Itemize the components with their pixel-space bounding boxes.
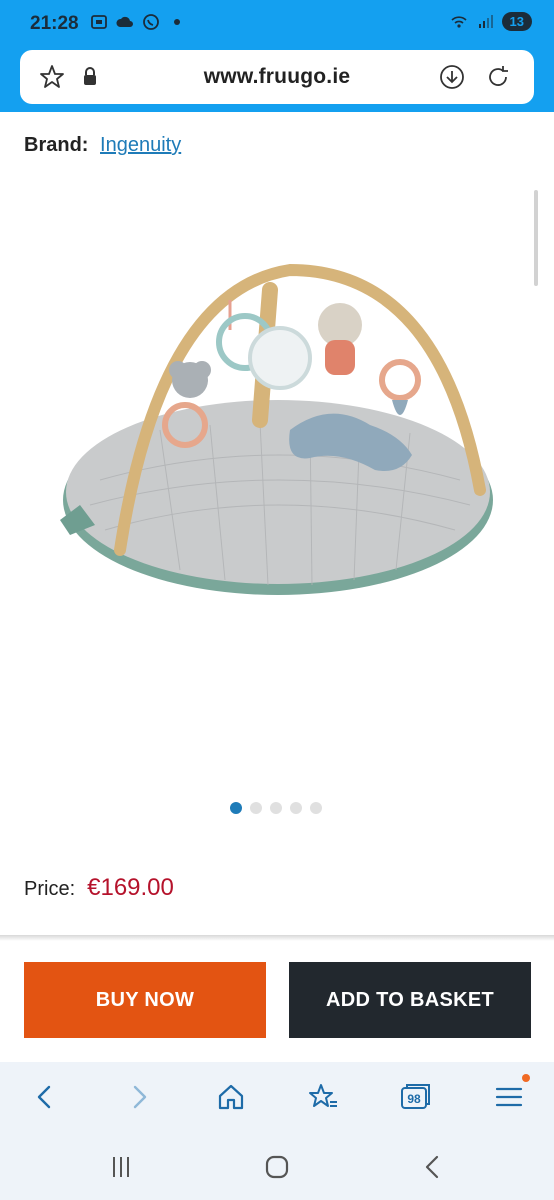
- carousel-dot-5[interactable]: [310, 802, 322, 814]
- status-bar: 21:28 13: [0, 0, 554, 50]
- carousel-dots: [230, 802, 322, 814]
- status-time: 21:28: [30, 13, 79, 34]
- browser-toolbar: 98: [0, 1062, 554, 1134]
- menu-notification-dot: [522, 1074, 530, 1082]
- cloud-icon: [116, 16, 133, 27]
- carousel-dot-2[interactable]: [250, 802, 262, 814]
- forward-icon[interactable]: [122, 1080, 156, 1114]
- brand-label: Brand:: [24, 134, 89, 156]
- carousel-dot-4[interactable]: [290, 802, 302, 814]
- dot-icon: [174, 19, 180, 25]
- screenshot-icon: [91, 15, 107, 29]
- divider: [0, 935, 554, 941]
- brand-link[interactable]: Ingenuity: [100, 134, 181, 156]
- bookmarks-star-icon[interactable]: [306, 1080, 340, 1114]
- reload-icon[interactable]: [484, 63, 512, 91]
- carousel-dot-1[interactable]: [230, 802, 242, 814]
- carousel-dot-3[interactable]: [270, 802, 282, 814]
- tabs-button[interactable]: 98: [398, 1080, 432, 1114]
- wifi-icon: [450, 15, 467, 28]
- back-icon[interactable]: [28, 1080, 62, 1114]
- download-icon[interactable]: [438, 63, 466, 91]
- signal-icon: [478, 14, 493, 28]
- scrollbar-thumb[interactable]: [534, 190, 538, 286]
- system-back-icon[interactable]: [418, 1152, 448, 1182]
- brand-row: Brand: Ingenuity: [24, 134, 181, 157]
- home-button-icon[interactable]: [262, 1152, 292, 1182]
- battery-icon: 13: [501, 12, 532, 31]
- address-bar[interactable]: www.fruugo.ie: [20, 50, 534, 104]
- product-image[interactable]: [40, 230, 520, 610]
- whatsapp-icon: [143, 14, 159, 30]
- browser-address-area: www.fruugo.ie: [0, 50, 554, 112]
- price-label: Price:: [24, 878, 76, 900]
- system-nav-bar: [0, 1134, 554, 1200]
- recent-apps-icon[interactable]: [106, 1152, 136, 1182]
- home-icon[interactable]: [214, 1080, 248, 1114]
- tab-count: 98: [407, 1092, 421, 1106]
- status-icons-left: [90, 13, 186, 31]
- price-row: Price: €169.00: [24, 874, 174, 902]
- price-value: €169.00: [87, 874, 174, 901]
- status-icons-right: 13: [450, 12, 532, 31]
- add-to-basket-button[interactable]: ADD TO BASKET: [289, 962, 531, 1038]
- buy-now-button[interactable]: BUY NOW: [24, 962, 266, 1038]
- menu-icon[interactable]: [492, 1080, 526, 1114]
